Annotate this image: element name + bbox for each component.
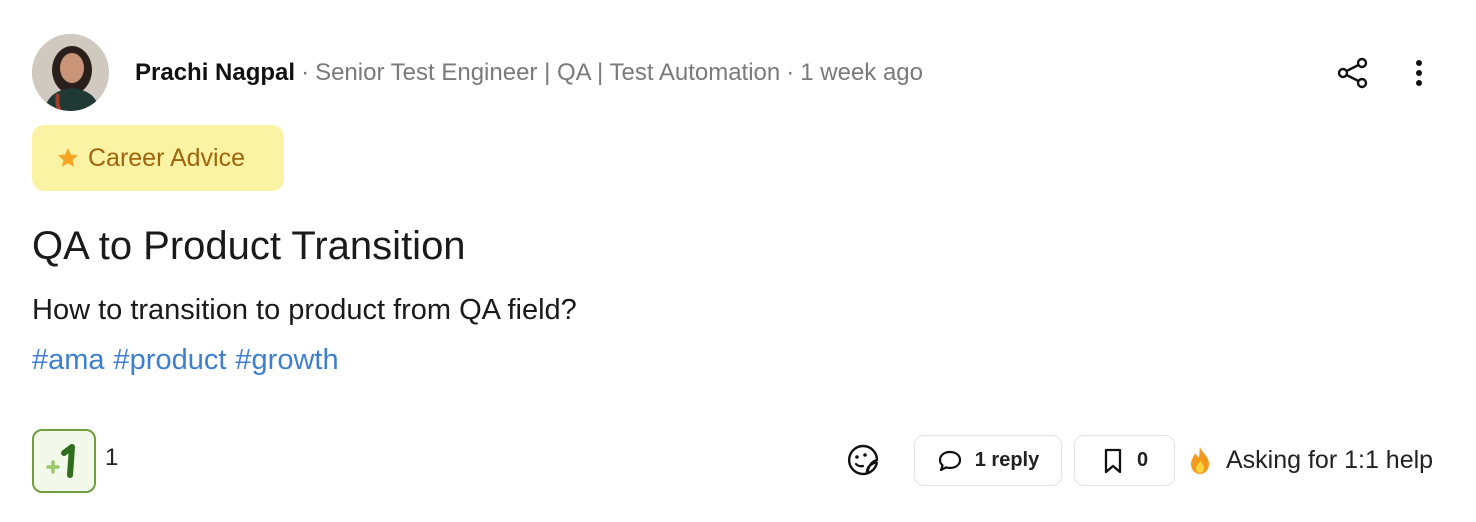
plus-one-button[interactable] — [32, 429, 96, 493]
post-meta: Prachi Nagpal · Senior Test Engineer | Q… — [135, 56, 923, 90]
asking-for-help-status[interactable]: Asking for 1:1 help — [1186, 441, 1433, 479]
post-title: QA to Product Transition — [32, 224, 466, 268]
author-avatar[interactable] — [32, 34, 109, 111]
category-badge[interactable]: Career Advice — [32, 125, 284, 191]
author-name[interactable]: Prachi Nagpal — [135, 59, 295, 87]
more-vertical-icon — [1416, 60, 1422, 86]
avatar-photo — [32, 34, 109, 111]
hashtag-link[interactable]: #ama — [32, 344, 105, 377]
hashtag-link[interactable]: #growth — [235, 344, 338, 377]
bookmark-button[interactable]: 0 — [1074, 435, 1175, 486]
comment-icon — [938, 450, 961, 471]
meta-separator: · — [786, 59, 795, 86]
share-icon — [1337, 57, 1368, 89]
bookmark-count: 0 — [1136, 449, 1149, 471]
more-options-button[interactable] — [1404, 53, 1434, 93]
plus-one-count: 1 — [105, 444, 119, 471]
hashtag-list: #ama #product #growth — [32, 344, 339, 377]
post-timestamp: 1 week ago — [800, 59, 924, 86]
share-button[interactable] — [1333, 53, 1373, 93]
reply-button[interactable]: 1 reply — [914, 435, 1062, 486]
fire-icon — [1191, 447, 1209, 474]
reply-count-label: 1 reply — [974, 449, 1040, 471]
star-icon — [56, 146, 80, 170]
meta-separator: · — [301, 59, 310, 86]
asking-label: Asking for 1:1 help — [1226, 445, 1434, 474]
plus-one-icon — [46, 444, 75, 478]
category-label: Career Advice — [88, 143, 246, 172]
emoji-sticker-icon — [847, 444, 879, 476]
post-body: How to transition to product from QA fie… — [32, 294, 577, 326]
hashtag-link[interactable]: #product — [114, 344, 227, 377]
author-headline: Senior Test Engineer | QA | Test Automat… — [315, 59, 781, 86]
bookmark-icon — [1104, 448, 1122, 473]
react-emoji-button[interactable] — [843, 440, 883, 480]
